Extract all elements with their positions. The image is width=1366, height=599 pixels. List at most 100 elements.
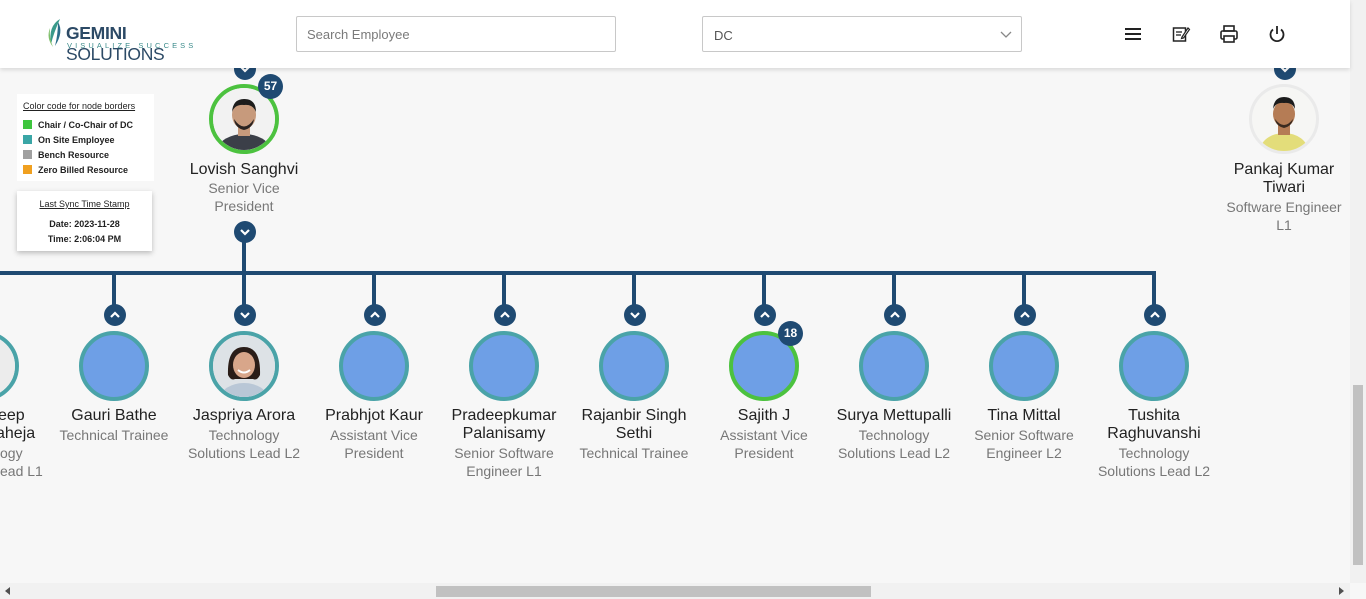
employee-designation: ogy (0, 445, 23, 461)
dc-dropdown[interactable]: DC (702, 16, 1022, 52)
avatar-prabhjot-kaur[interactable] (339, 331, 409, 401)
employee-designation: ead L1 (0, 463, 43, 479)
chevron-up-icon (500, 311, 510, 318)
employee-name[interactable]: Tina Mittal (954, 407, 1094, 425)
leaf-logo-icon (48, 19, 61, 47)
collapse-parent-button[interactable] (754, 304, 776, 326)
employee-designation: Solutions Lead L2 (1097, 463, 1211, 479)
org-chart-canvas[interactable]: 57 Lovish Sanghvi Senior Vice President … (0, 0, 1350, 583)
collapse-parent-button[interactable] (364, 304, 386, 326)
legend-swatch (23, 135, 32, 144)
person-photo (213, 335, 275, 397)
employee-designation: Technical Trainee (579, 445, 689, 461)
employee-designation: Assistant Vice (720, 427, 808, 443)
horizontal-scroll-thumb[interactable] (436, 586, 871, 597)
person-photo (1252, 87, 1316, 151)
logo-tagline: VISUALIZE SUCCESS (67, 41, 197, 50)
chevron-down-icon (630, 312, 640, 319)
employee-name[interactable]: Gauri Bathe (44, 407, 184, 425)
reportee-count-badge: 18 (778, 321, 803, 346)
avatar-rajanbir-singh-sethi[interactable] (599, 331, 669, 401)
avatar-pradeepkumar-palanisamy[interactable] (469, 331, 539, 401)
sync-time: Time: 2:06:04 PM (47, 234, 122, 244)
print-icon[interactable] (1219, 24, 1239, 44)
avatar-jaspriya-arora[interactable] (209, 331, 279, 401)
collapse-parent-button[interactable] (104, 304, 126, 326)
employee-designation: Technical Trainee (59, 427, 169, 443)
employee-designation: Senior Vice (208, 180, 280, 196)
last-sync-timestamp: Last Sync Time Stamp Date: 2023-11-28 Ti… (17, 191, 152, 251)
legend-label: Zero Billed Resource (38, 165, 129, 175)
employee-name[interactable]: Jaspriya Arora (174, 407, 314, 425)
gemini-solutions-logo[interactable]: GEMINI SOLUTIONS VISUALIZE SUCCESS (46, 16, 216, 64)
expand-children-button[interactable] (234, 304, 256, 326)
vertical-scrollbar[interactable] (1350, 0, 1366, 583)
employee-designation: President (734, 445, 794, 461)
employee-name-line2[interactable]: Raghuvanshi (1084, 425, 1224, 443)
employee-designation: Technology (208, 427, 280, 443)
chevron-down-icon (1000, 31, 1012, 38)
employee-designation: Technology (1118, 445, 1190, 461)
employee-designation: Senior Software (454, 445, 554, 461)
chevron-up-icon (110, 311, 120, 318)
avatar-gauri-bathe[interactable] (79, 331, 149, 401)
employee-name-line2[interactable]: Sethi (564, 425, 704, 443)
employee-designation: Engineer L1 (466, 463, 542, 479)
legend-swatch (23, 165, 32, 174)
employee-name[interactable]: Pradeepkumar (434, 407, 574, 425)
employee-name[interactable]: Pankaj Kumar (1214, 161, 1354, 179)
employee-designation: L1 (1276, 217, 1292, 233)
avatar-pankaj-kumar-tiwari[interactable] (1249, 84, 1319, 154)
sync-title: Last Sync Time Stamp (39, 199, 130, 209)
employee-designation: Software Engineer (1226, 199, 1342, 215)
employee-designation: Senior Software (974, 427, 1074, 443)
collapse-parent-button[interactable] (1144, 304, 1166, 326)
chevron-up-icon (890, 311, 900, 318)
hamburger-menu-icon[interactable] (1123, 24, 1143, 44)
employee-designation: Technology (858, 427, 930, 443)
tree-connectors (0, 240, 1156, 306)
legend-label: Chair / Co-Chair of DC (38, 120, 134, 130)
employee-name[interactable]: Surya Mettupalli (824, 407, 964, 425)
sync-date: Date: 2023-11-28 (49, 219, 120, 229)
legend-label: On Site Employee (38, 135, 115, 145)
edit-note-icon[interactable] (1171, 24, 1191, 44)
node-border-legend: Color code for node borders Chair / Co-C… (17, 94, 154, 181)
chevron-down-icon (240, 229, 250, 236)
collapse-parent-button[interactable] (884, 304, 906, 326)
scroll-right-arrow-icon[interactable] (1337, 587, 1345, 595)
employee-name[interactable]: Tushita (1084, 407, 1224, 425)
employee-designation: President (344, 445, 404, 461)
employee-designation: Engineer L2 (986, 445, 1062, 461)
avatar-tina-mittal[interactable] (989, 331, 1059, 401)
employee-name[interactable]: Sajith J (694, 407, 834, 425)
employee-name[interactable]: Lovish Sanghvi (174, 161, 314, 179)
legend-swatch (23, 120, 32, 129)
employee-name-line2[interactable]: Palanisamy (434, 425, 574, 443)
horizontal-scrollbar[interactable] (0, 583, 1350, 599)
legend-swatch (23, 150, 32, 159)
employee-name[interactable]: Prabhjot Kaur (304, 407, 444, 425)
reportee-count-badge: 57 (258, 74, 283, 99)
vertical-scroll-thumb[interactable] (1353, 385, 1363, 565)
legend-title: Color code for node borders (23, 101, 136, 111)
scroll-left-arrow-icon[interactable] (4, 587, 12, 595)
avatar-tushita-raghuvanshi[interactable] (1119, 331, 1189, 401)
employee-name-line2[interactable]: Tiwari (1214, 179, 1354, 197)
expand-children-button[interactable] (624, 304, 646, 326)
power-icon[interactable] (1267, 24, 1287, 44)
top-header: GEMINI SOLUTIONS VISUALIZE SUCCESS DC (0, 0, 1350, 68)
avatar-surya-mettupalli[interactable] (859, 331, 929, 401)
collapse-parent-button[interactable] (494, 304, 516, 326)
expand-children-button[interactable] (234, 221, 256, 243)
employee-name[interactable]: eep (0, 407, 38, 425)
legend-label: Bench Resource (38, 150, 110, 160)
employee-name-line2[interactable]: aheja (0, 425, 36, 443)
chevron-down-icon (240, 312, 250, 319)
collapse-parent-button[interactable] (1014, 304, 1036, 326)
employee-name[interactable]: Rajanbir Singh (564, 407, 704, 425)
chevron-up-icon (760, 311, 770, 318)
search-employee-input[interactable] (296, 16, 616, 52)
employee-designation: Solutions Lead L2 (187, 445, 301, 461)
employee-designation: Assistant Vice (330, 427, 418, 443)
